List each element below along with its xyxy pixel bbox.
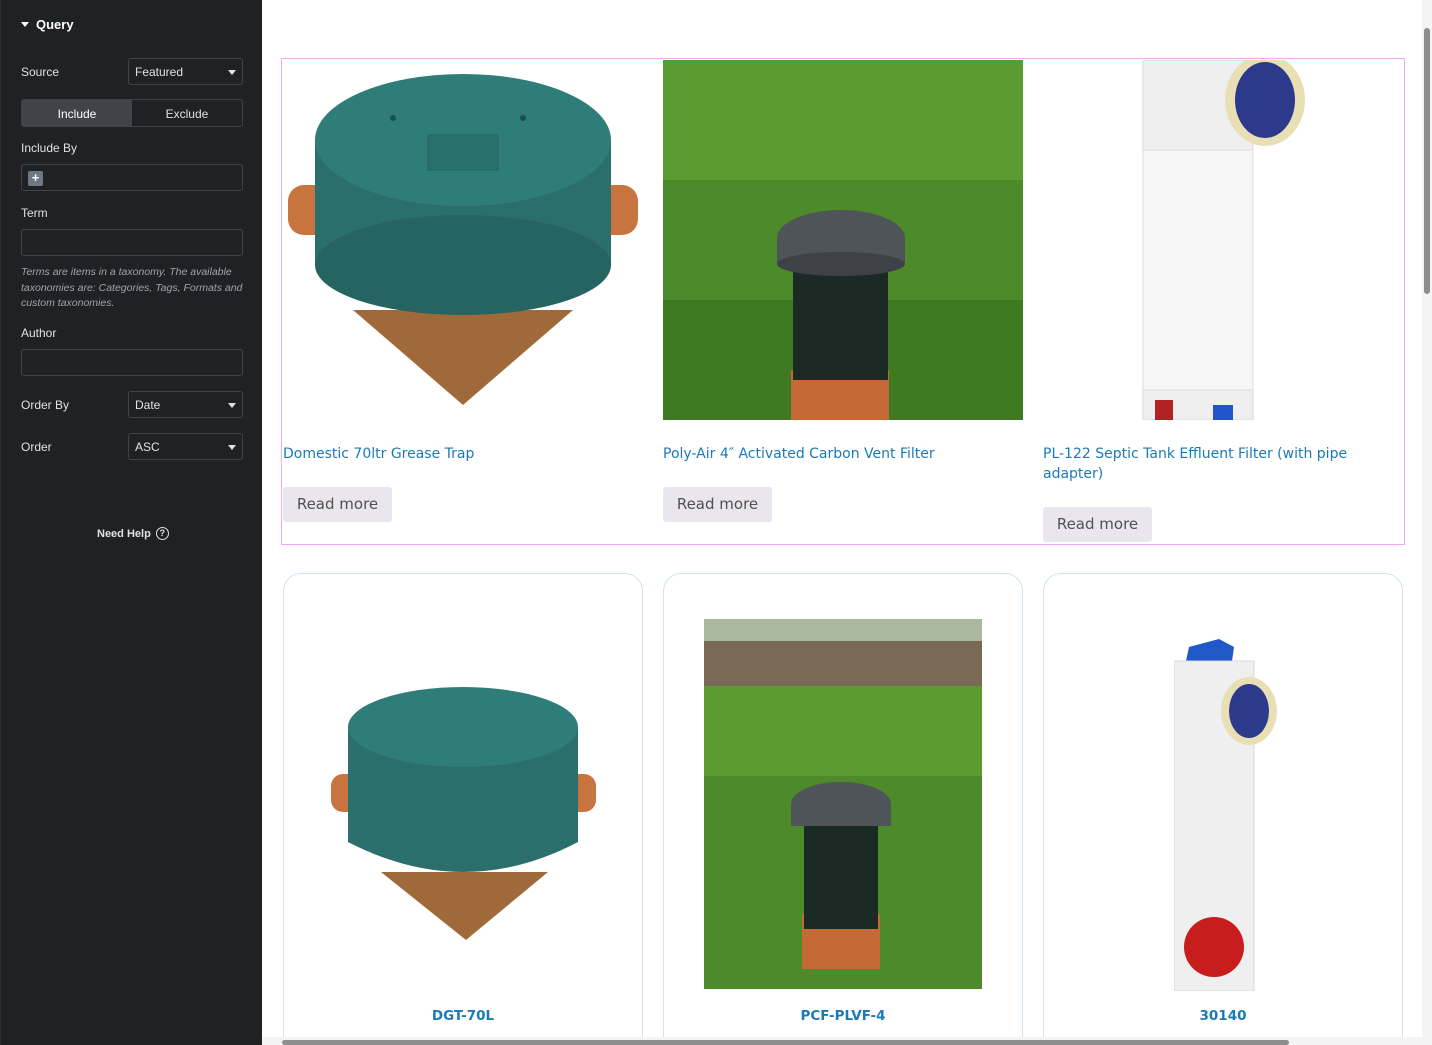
order-value: ASC: [135, 440, 160, 454]
vertical-scrollbar-thumb[interactable]: [1424, 28, 1430, 294]
include-by-label: Include By: [21, 141, 78, 155]
horizontal-scrollbar-thumb[interactable]: [282, 1040, 1289, 1045]
vent-filter-thumbnail: [704, 619, 982, 989]
term-input[interactable]: [21, 229, 243, 256]
tab-exclude[interactable]: Exclude: [132, 100, 242, 126]
card-sku-3[interactable]: 30140: [1044, 1008, 1402, 1024]
card-sku-2[interactable]: PCF-PLVF-4: [664, 1008, 1022, 1024]
order-by-label: Order By: [21, 398, 70, 412]
grease-trap-thumbnail: [331, 687, 596, 940]
read-more-button-1[interactable]: Read more: [283, 487, 392, 522]
product-title-2[interactable]: Poly-Air 4″ Activated Carbon Vent Filter: [663, 444, 1023, 464]
add-icon[interactable]: +: [28, 171, 43, 186]
author-label: Author: [21, 326, 57, 340]
order-label: Order: [21, 440, 52, 454]
product-card-2[interactable]: PCF-PLVF-4: [663, 573, 1023, 1045]
term-label: Term: [21, 206, 48, 220]
source-select[interactable]: Featured: [128, 58, 243, 85]
product-title-3[interactable]: PL-122 Septic Tank Effluent Filter (with…: [1043, 444, 1373, 484]
card-sku-1[interactable]: DGT-70L: [284, 1008, 642, 1024]
chevron-down-icon: [228, 70, 236, 75]
tab-include[interactable]: Include: [22, 100, 132, 126]
question-circle-icon: ?: [155, 527, 169, 540]
product-card-1[interactable]: DGT-70L: [283, 573, 643, 1045]
grease-trap-image: [288, 74, 638, 405]
effluent-filter-thumbnail: [1174, 639, 1277, 991]
need-help-link[interactable]: Need Help ?: [97, 527, 169, 540]
order-select[interactable]: ASC: [128, 433, 243, 460]
product-image-grease-trap[interactable]: [283, 60, 643, 420]
term-help-text: Terms are items in a taxonomy. The avail…: [21, 266, 243, 309]
order-by-select[interactable]: Date: [128, 391, 243, 418]
include-exclude-tabs: Include Exclude: [21, 99, 243, 127]
include-by-field[interactable]: +: [21, 164, 243, 191]
need-help-label: Need Help: [97, 527, 151, 540]
editor-panel: Query Source Featured Include Exclude In…: [0, 0, 262, 1045]
product-card-3[interactable]: 30140: [1043, 573, 1403, 1045]
source-label: Source: [21, 65, 60, 79]
read-more-button-2[interactable]: Read more: [663, 487, 772, 522]
effluent-filter-image: [1142, 60, 1305, 420]
author-input[interactable]: [21, 349, 243, 376]
source-value: Featured: [135, 65, 184, 79]
chevron-down-icon: [228, 403, 236, 408]
chevron-down-icon: [228, 445, 236, 450]
read-more-button-3[interactable]: Read more: [1043, 507, 1152, 542]
order-by-value: Date: [135, 398, 161, 412]
vent-filter-image: [663, 60, 1023, 420]
query-section-toggle[interactable]: Query: [21, 17, 74, 32]
query-section-title: Query: [36, 17, 74, 32]
product-image-vent-filter[interactable]: [663, 60, 1023, 420]
caret-down-icon: [21, 22, 29, 27]
product-title-1[interactable]: Domestic 70ltr Grease Trap: [283, 444, 643, 464]
product-image-effluent-filter[interactable]: [1043, 60, 1403, 420]
